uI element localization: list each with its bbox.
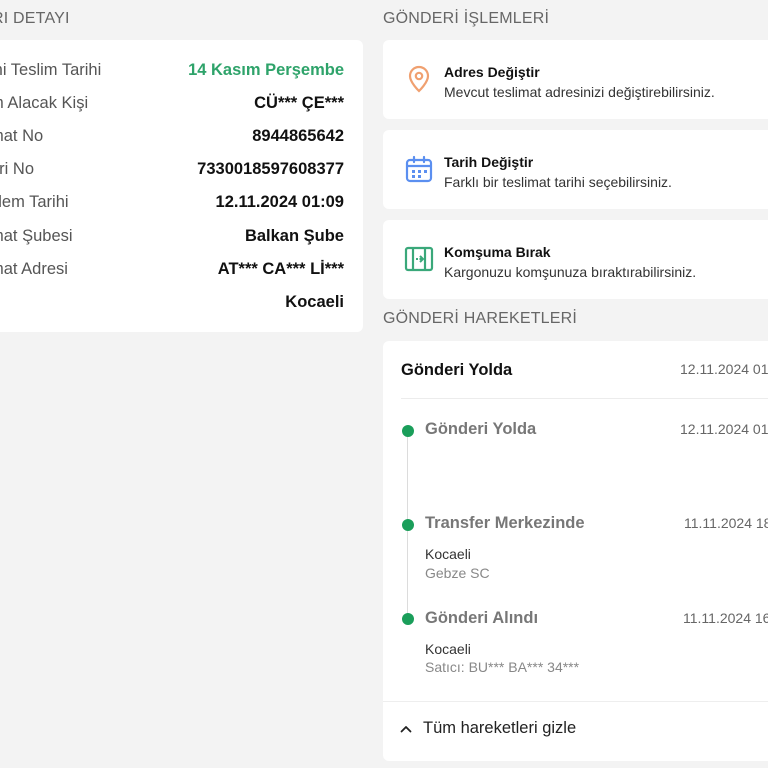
action-description: Kargonuzu komşunuza bıraktırabilirsiniz.	[444, 264, 697, 280]
event-title: Transfer Merkezinde	[425, 514, 585, 532]
detail-row-shipment-no: eri No 7330018597608377	[0, 157, 344, 181]
event-sublocation: Gebze SC	[425, 565, 490, 581]
change-address-button[interactable]: Adres Değiştir Mevcut teslimat adresiniz…	[383, 40, 768, 119]
detail-row-process-date: şlem Tarihi 12.11.2024 01:09	[0, 190, 344, 214]
process-date-value: 12.11.2024 01:09	[215, 192, 344, 211]
timeline-dot	[402, 519, 414, 531]
divider	[401, 398, 768, 399]
detail-label: eri No	[0, 159, 35, 178]
branch-value: Balkan Şube	[244, 226, 344, 245]
detail-label: mat No	[0, 126, 44, 145]
detail-row-city: li Kocaeli	[0, 290, 344, 314]
detail-label: şlem Tarihi	[0, 192, 69, 211]
event-time: 11.11.2024 18	[684, 515, 768, 531]
location-pin-icon	[408, 65, 430, 93]
shipment-detail-card: ini Teslim Tarihi 14 Kasım Perşembe m Al…	[0, 40, 363, 332]
event-location: Kocaeli	[425, 546, 471, 562]
shipment-movements-card: Gönderi Yolda 12.11.2024 01 Gönderi Yold…	[383, 341, 768, 761]
current-status-title: Gönderi Yolda	[401, 361, 513, 379]
event-time: 12.11.2024 01	[680, 421, 768, 437]
address-value: AT*** CA*** Lİ***	[217, 259, 344, 278]
calendar-icon	[405, 155, 433, 183]
city-value: Kocaeli	[285, 292, 344, 311]
timeline-dot	[402, 425, 414, 437]
chevron-up-icon	[400, 725, 412, 732]
shipment-no-value: 7330018597608377	[197, 159, 344, 178]
hide-all-movements-button[interactable]: Tüm hareketleri gizle	[399, 719, 576, 738]
current-status-time: 12.11.2024 01	[680, 361, 768, 377]
event-sender: Satıcı: BU*** BA*** 34***	[425, 659, 580, 675]
event-title: Gönderi Alındı	[425, 609, 539, 627]
recipient-value: CÜ*** ÇE***	[254, 93, 344, 112]
action-description: Mevcut teslimat adresinizi değiştirebili…	[444, 84, 715, 100]
action-title: Adres Değiştir	[444, 64, 540, 80]
action-description: Farklı bir teslimat tarihi seçebilirsini…	[444, 174, 672, 190]
delivery-no-value: 8944865642	[252, 126, 344, 145]
detail-label: mat Şubesi	[0, 226, 73, 245]
delivery-date-value: 14 Kasım Perşembe	[188, 60, 344, 79]
leave-with-neighbor-button[interactable]: Komşuma Bırak Kargonuzu komşunuza bırakt…	[383, 220, 768, 299]
event-time: 11.11.2024 16	[683, 610, 768, 626]
action-title: Tarih Değiştir	[444, 154, 534, 170]
neighbor-door-icon	[404, 246, 434, 272]
divider	[383, 701, 768, 702]
detail-label: ini Teslim Tarihi	[0, 60, 102, 79]
detail-label: mat Adresi	[0, 259, 68, 278]
detail-row-address: mat Adresi AT*** CA*** Lİ***	[0, 257, 344, 281]
detail-row-branch: mat Şubesi Balkan Şube	[0, 224, 344, 248]
detail-row-recipient: m Alacak Kişi CÜ*** ÇE***	[0, 91, 344, 115]
actions-section-title: GÖNDERİ İŞLEMLERİ	[383, 10, 550, 27]
detail-row-delivery-date: ini Teslim Tarihi 14 Kasım Perşembe	[0, 58, 344, 82]
hide-all-movements-label: Tüm hareketleri gizle	[423, 719, 577, 737]
detail-section-title: RI DETAYI	[0, 10, 70, 27]
detail-label: m Alacak Kişi	[0, 93, 89, 112]
detail-row-delivery-no: mat No 8944865642	[0, 124, 344, 148]
event-title: Gönderi Yolda	[425, 420, 537, 438]
change-date-button[interactable]: Tarih Değiştir Farklı bir teslimat tarih…	[383, 130, 768, 209]
action-title: Komşuma Bırak	[444, 244, 551, 260]
movements-section-title: GÖNDERİ HAREKETLERİ	[383, 310, 578, 327]
event-location: Kocaeli	[425, 641, 471, 657]
timeline-dot	[402, 613, 414, 625]
